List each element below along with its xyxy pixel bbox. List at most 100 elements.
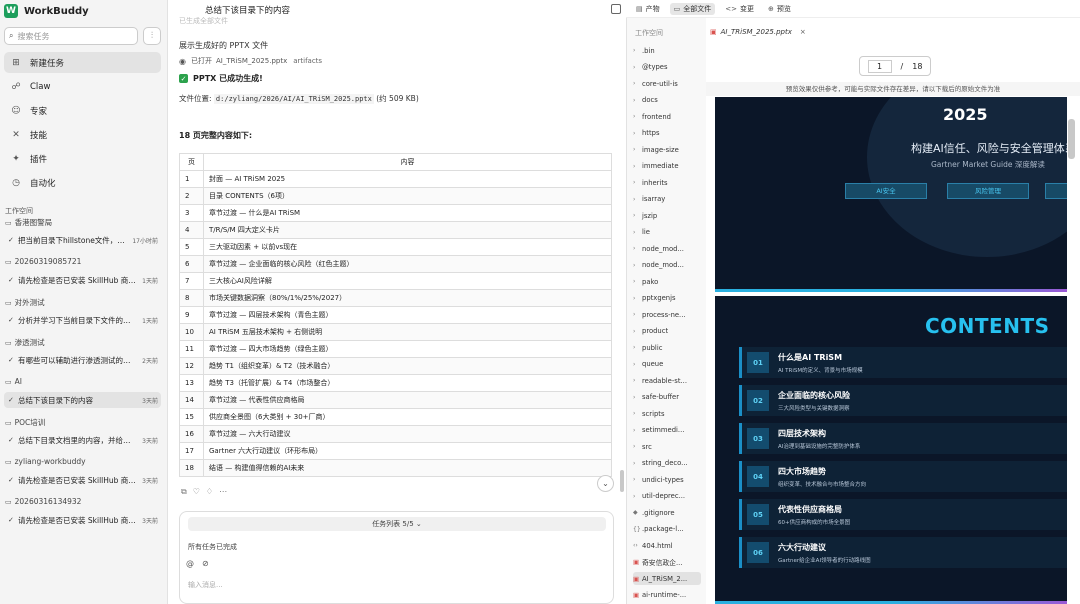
nav-label: 新建任务 xyxy=(30,58,65,69)
file-tree-item[interactable]: › pptxgenjs xyxy=(633,292,701,305)
workspace-group[interactable]: ▭ 香港图警局 xyxy=(5,217,52,228)
file-tree-item[interactable]: ◆ .gitignore xyxy=(633,506,701,519)
file-tree-item[interactable]: {} .package-l... xyxy=(633,523,701,536)
file-tree-item[interactable]: › util-deprec... xyxy=(633,490,701,503)
file-tree-item[interactable]: › docs xyxy=(633,94,701,107)
task-item[interactable]: ✓ 分析并学习下当前目录下文件的… 1天前 xyxy=(4,312,161,328)
workspace-group[interactable]: ▭ 20260316134932 xyxy=(5,497,81,506)
file-tree-item[interactable]: › lie xyxy=(633,226,701,239)
preview-file-tab[interactable]: ▣ AI_TRiSM_2025.pptx × xyxy=(710,25,806,39)
file-tree-item[interactable]: › https xyxy=(633,127,701,140)
search-input[interactable]: ⌕ 搜索任务 xyxy=(4,27,138,45)
file-tree-item[interactable]: › string_deco... xyxy=(633,457,701,470)
file-tree-item[interactable]: › readable-st... xyxy=(633,374,701,387)
workspace-group[interactable]: ▭ POC培训 xyxy=(5,417,45,428)
nav-item-1[interactable]: ☍ Claw xyxy=(4,76,161,97)
workspace-group[interactable]: ▭ AI xyxy=(5,377,22,386)
task-item[interactable]: ✓ 请先检查是否已安装 SkillHub 商… 1天前 xyxy=(4,272,161,288)
preview-scrollbar[interactable] xyxy=(1068,119,1075,159)
file-tree-item[interactable]: › jszip xyxy=(633,209,701,222)
more-icon[interactable]: ⋯ xyxy=(219,487,227,497)
panel-toggle-icon[interactable] xyxy=(611,4,621,14)
scroll-down-button[interactable]: ⌄ xyxy=(597,475,614,492)
close-icon[interactable]: × xyxy=(800,28,806,36)
task-item[interactable]: ✓ 总结下该目录下的内容 3天前 xyxy=(4,392,161,408)
attachment-icon[interactable]: ⊘ xyxy=(202,559,209,568)
nav-item-5[interactable]: ◷ 自动化 xyxy=(4,172,161,193)
task-item[interactable]: ✓ 把当前目录下hillstone文件，… 17小时前 xyxy=(4,232,161,248)
sidebar: W WorkBuddy ⌕ 搜索任务 ⫶ ⊞ 新建任务 ☍ Claw ☺ 专家 ✕ 技能 ✦ 插件… xyxy=(0,0,168,604)
folder-icon: ▭ xyxy=(5,378,12,386)
workspace-group[interactable]: ▭ 对外测试 xyxy=(5,297,45,308)
task-item[interactable]: ✓ 请先检查是否已安装 SkillHub 商… 3天前 xyxy=(4,512,161,528)
git-icon: ◆ xyxy=(633,509,638,516)
file-tree-item[interactable]: › inherits xyxy=(633,176,701,189)
file-tree-item[interactable]: › node_mod... xyxy=(633,259,701,272)
file-tree-item[interactable]: › src xyxy=(633,440,701,453)
filter-button[interactable]: ⫶ xyxy=(143,27,161,45)
task-title: 请先检查是否已安装 SkillHub 商… xyxy=(18,275,136,285)
nav-item-4[interactable]: ✦ 插件 xyxy=(4,148,161,169)
tab-2[interactable]: <> 变更 xyxy=(721,3,758,15)
file-tree-item[interactable]: › scripts xyxy=(633,407,701,420)
nav-item-3[interactable]: ✕ 技能 xyxy=(4,124,161,145)
file-tree-item[interactable]: › node_mod... xyxy=(633,242,701,255)
nav-item-0[interactable]: ⊞ 新建任务 xyxy=(4,52,161,73)
tab-1[interactable]: ▭ 全部文件 xyxy=(669,2,716,15)
thumbs-up-icon[interactable]: ♡ xyxy=(193,487,200,497)
chevron-right-icon: › xyxy=(633,47,636,54)
file-tree-item[interactable]: › undici-types xyxy=(633,473,701,486)
file-tree-item[interactable]: ▣ AI_TRiSM_2... xyxy=(633,572,701,585)
page-content-cell: 结语 — 构建值得信赖的AI未来 xyxy=(203,459,612,477)
file-tree-scrollbar[interactable] xyxy=(620,470,624,492)
table-row: 15 供应商全景图（6大类别 + 30+厂商） xyxy=(179,408,612,426)
page-number-cell: 8 xyxy=(179,289,204,307)
file-tree-item[interactable]: › immediate xyxy=(633,160,701,173)
file-tree-item[interactable]: › pako xyxy=(633,275,701,288)
file-tree-item[interactable]: › isarray xyxy=(633,193,701,206)
file-tree-item[interactable]: › safe-buffer xyxy=(633,391,701,404)
file-tree-item[interactable]: › @types xyxy=(633,61,701,74)
copy-icon[interactable]: ⧉ xyxy=(181,487,187,497)
file-name: scripts xyxy=(642,409,665,418)
task-item[interactable]: ✓ 请先检查是否已安装 SkillHub 商… 3天前 xyxy=(4,472,161,488)
file-tree-item[interactable]: ▣ ai-runtime-... xyxy=(633,589,701,602)
file-name: queue xyxy=(642,360,664,368)
tab-3[interactable]: ⊕ 预览 xyxy=(764,3,795,15)
file-tree-item[interactable]: › process-ne... xyxy=(633,308,701,321)
opened-file-line[interactable]: ◉ 已打开 AI_TRiSM_2025.pptx artifacts xyxy=(179,56,322,66)
workspace-group[interactable]: ▭ 渗透测试 xyxy=(5,337,45,348)
workspace-group[interactable]: ▭ 20260319085721 xyxy=(5,257,81,266)
task-list-toggle[interactable]: 任务列表 5/5 ⌄ xyxy=(188,517,606,531)
workspace-group[interactable]: ▭ zyliang-workbuddy xyxy=(5,457,86,466)
file-tree-item[interactable]: › image-size xyxy=(633,143,701,156)
tab-0[interactable]: ▤ 产物 xyxy=(632,3,664,15)
task-title: 有哪些可以辅助进行渗透测试的… xyxy=(18,355,131,365)
file-tree-item[interactable]: ▣ 奇安信政企... xyxy=(633,556,701,569)
task-item[interactable]: ✓ 总结下目录文档里的内容，并给… 3天前 xyxy=(4,432,161,448)
task-time: 1天前 xyxy=(142,317,158,325)
at-icon[interactable]: @ xyxy=(186,559,194,568)
file-tree-item[interactable]: › frontend xyxy=(633,110,701,123)
file-tree-item[interactable]: › product xyxy=(633,325,701,338)
file-name: @types xyxy=(642,63,668,71)
chevron-right-icon: › xyxy=(633,63,636,71)
clock-icon: ◷ xyxy=(12,177,20,188)
file-tree-item[interactable]: › .bin xyxy=(633,44,701,57)
task-title: 请先检查是否已安装 SkillHub 商… xyxy=(18,515,136,525)
app-header: W WorkBuddy xyxy=(4,2,89,20)
file-tree-item[interactable]: › queue xyxy=(633,358,701,371)
file-tree-item[interactable]: › public xyxy=(633,341,701,354)
page-input[interactable]: 1 xyxy=(867,59,892,73)
task-item[interactable]: ✓ 有哪些可以辅助进行渗透测试的… 2天前 xyxy=(4,352,161,368)
nav-item-2[interactable]: ☺ 专家 xyxy=(4,100,161,121)
file-tree-item[interactable]: › core-util-is xyxy=(633,77,701,90)
chevron-right-icon: › xyxy=(633,228,636,236)
file-tree-item[interactable]: ‹› 404.html xyxy=(633,539,701,552)
table-row: 18 结语 — 构建值得信赖的AI未来 xyxy=(179,459,612,477)
thumbs-down-icon[interactable]: ♢ xyxy=(206,487,213,497)
html-icon: ‹› xyxy=(633,542,638,549)
slide-2: CONTENTS 01 什么是AI TRiSM AI TRiSM的定义、背景与市场规… xyxy=(715,296,1067,604)
file-tree-item[interactable]: › setimmedi... xyxy=(633,424,701,437)
message-input[interactable]: 输入消息... xyxy=(188,580,223,590)
